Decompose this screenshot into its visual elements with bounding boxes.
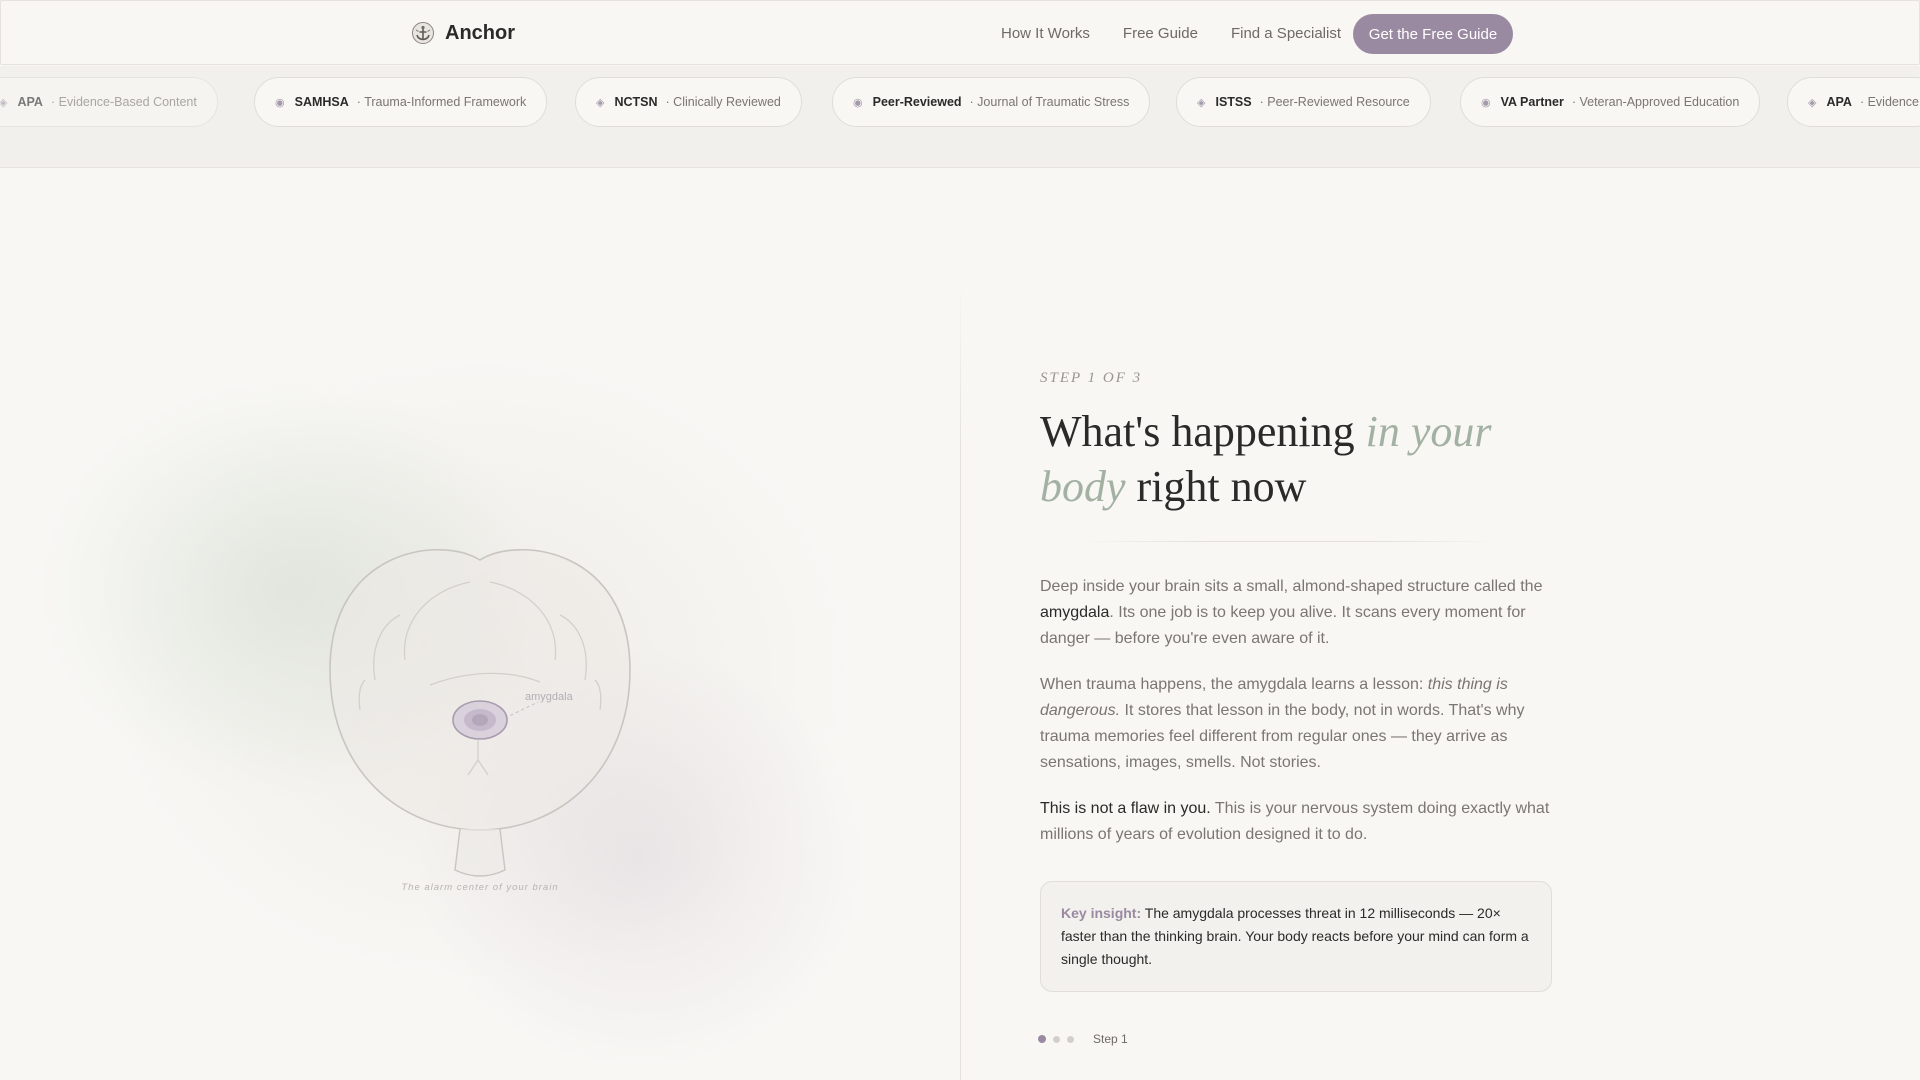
trust-pill: ◈ NCTSN · Clinically Reviewed <box>575 77 802 127</box>
progress-dot-2[interactable] <box>1053 1035 1060 1043</box>
main-nav: How It Works Free Guide Find a Specialis… <box>1001 25 1341 42</box>
brain-caption: The alarm center of your brain <box>401 882 558 893</box>
nav-find-a-specialist[interactable]: Find a Specialist <box>1231 25 1341 42</box>
trust-desc: · Evidence-Based Content <box>50 95 197 109</box>
progress-step-label: Step 1 <box>1093 1032 1128 1046</box>
trust-name: APA <box>1826 95 1852 109</box>
step-progress: Step 1 <box>1038 1032 1128 1046</box>
trust-pill: ◈ APA · Evidence-Based Content <box>0 77 218 127</box>
anchor-logo-icon <box>412 22 434 44</box>
trust-name: ISTSS <box>1215 95 1252 109</box>
page-title: What's happening in your body right now <box>1040 404 1560 514</box>
text-span: . Its one job is to keep you alive. It s… <box>1040 604 1526 647</box>
site-header: Anchor How It Works Free Guide Find a Sp… <box>0 0 1920 65</box>
trust-pill: ◈ ISTSS · Peer-Reviewed Resource <box>1176 77 1431 127</box>
amygdala-label: amygdala <box>525 691 574 703</box>
trust-name: VA Partner <box>1500 95 1564 109</box>
panel-divider <box>960 280 961 1080</box>
key-insight-card: Key insight: The amygdala processes thre… <box>1040 881 1552 992</box>
trust-pill: ◉ VA Partner · Veteran-Approved Educatio… <box>1460 77 1761 127</box>
trust-name: SAMHSA <box>294 95 349 109</box>
diamond-icon: ◈ <box>596 96 605 109</box>
nav-free-guide[interactable]: Free Guide <box>1123 25 1198 42</box>
trust-pill: ◉ Peer-Reviewed · Journal of Traumatic S… <box>832 77 1151 127</box>
trust-name: APA <box>17 95 43 109</box>
nav-how-it-works[interactable]: How It Works <box>1001 25 1090 42</box>
progress-dot-1[interactable] <box>1038 1035 1046 1043</box>
trust-desc: · Evidence <box>1859 95 1919 109</box>
text-span: Deep inside your brain sits a small, alm… <box>1040 578 1543 595</box>
title-part-1: What's happening <box>1040 407 1366 456</box>
circle-dot-icon: ◉ <box>853 96 863 109</box>
brand-name: Anchor <box>445 21 515 44</box>
diamond-icon: ◈ <box>0 96 7 109</box>
trust-desc: · Clinically Reviewed <box>665 95 781 109</box>
trust-name: Peer-Reviewed <box>872 95 962 109</box>
paragraph-trauma-lesson: When trauma happens, the amygdala learns… <box>1040 672 1560 776</box>
trust-pill: ◉ SAMHSA · Trauma-Informed Framework <box>254 77 548 127</box>
paragraph-amygdala-intro: Deep inside your brain sits a small, alm… <box>1040 574 1560 652</box>
diamond-icon: ◈ <box>1197 96 1206 109</box>
brain-stem <box>454 828 506 877</box>
circle-dot-icon: ◉ <box>1481 96 1491 109</box>
trust-name: NCTSN <box>614 95 658 109</box>
trust-pill: ◈ APA · Evidence <box>1787 77 1920 127</box>
brain-illustration: amygdala The alarm center of your brain <box>329 549 631 893</box>
trust-bar: ◈ APA · Evidence-Based Content ◉ SAMHSA … <box>0 66 1920 168</box>
trust-desc: · Veteran-Approved Education <box>1571 95 1740 109</box>
trust-desc: · Peer-Reviewed Resource <box>1259 95 1410 109</box>
text-span: When trauma happens, the amygdala learns… <box>1040 676 1428 693</box>
title-divider <box>1080 541 1500 542</box>
trust-desc: · Journal of Traumatic Stress <box>969 95 1130 109</box>
title-part-2: right now <box>1125 462 1307 511</box>
amygdala-term: amygdala <box>1040 604 1110 621</box>
key-insight-label: Key insight: <box>1061 905 1142 921</box>
trust-desc: · Trauma-Informed Framework <box>356 95 527 109</box>
diamond-icon: ◈ <box>1808 96 1817 109</box>
step-label: STEP 1 OF 3 <box>1040 370 1143 386</box>
paragraph-not-a-flaw: This is not a flaw in you. This is your … <box>1040 796 1560 848</box>
circle-dot-icon: ◉ <box>275 96 285 109</box>
logo[interactable]: Anchor <box>411 21 515 45</box>
emphasis-sentence: This is not a flaw in you. <box>1040 800 1211 817</box>
progress-dot-3[interactable] <box>1067 1035 1074 1043</box>
brain-outline <box>329 549 631 831</box>
get-free-guide-button[interactable]: Get the Free Guide <box>1353 14 1513 54</box>
